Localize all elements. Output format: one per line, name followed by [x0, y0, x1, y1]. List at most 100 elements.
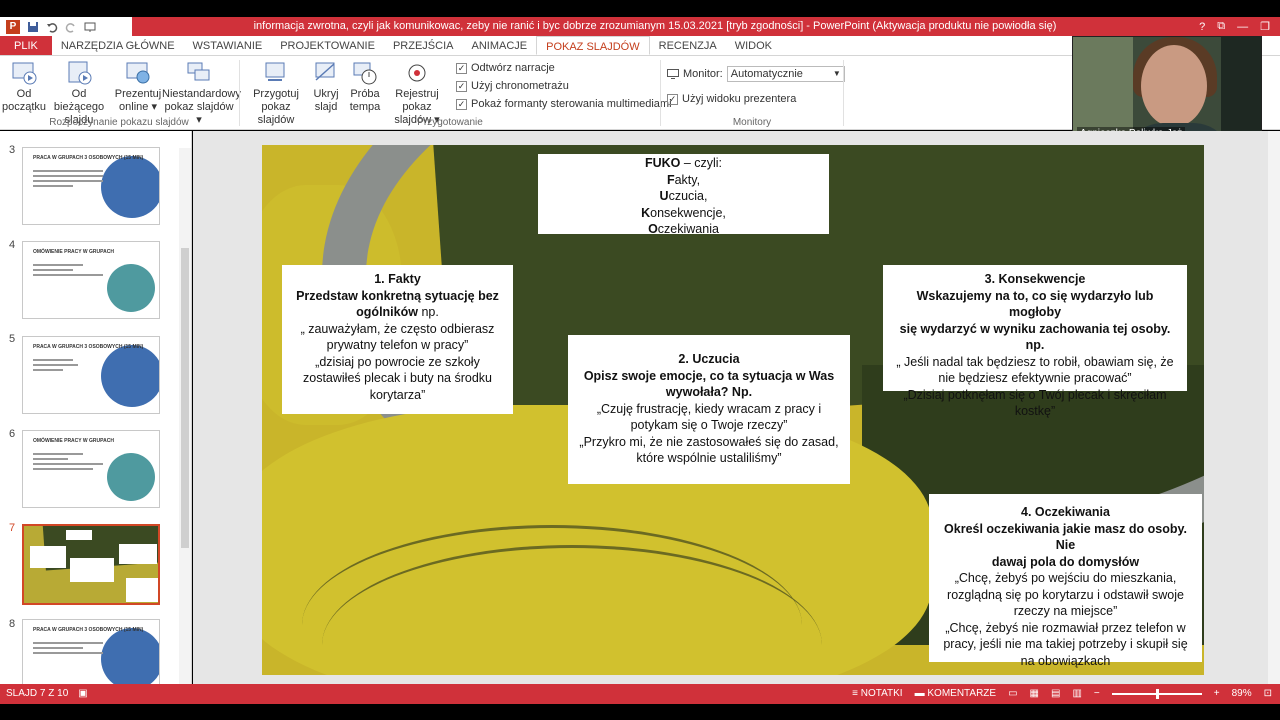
- monitor-select[interactable]: Automatycznie ▼: [726, 66, 845, 82]
- thumbnail-text-lines: [33, 453, 103, 473]
- consequences-line-6: kostkę”: [1014, 404, 1056, 418]
- expectations-bold-1: Określ oczekiwania jakie masz do osoby. …: [944, 521, 1187, 553]
- feelings-textbox[interactable]: 2. Uczucia Opisz swoje emocje, co ta syt…: [568, 335, 850, 484]
- slide-thumbnails-pane: 3 PRACA W GRUPACH 3 OSOBOWYCH (15 MIN) 4…: [0, 131, 192, 684]
- minimize-button[interactable]: —: [1237, 21, 1248, 33]
- slide-thumbnail-3[interactable]: PRACA W GRUPACH 3 OSOBOWYCH (15 MIN): [22, 147, 160, 225]
- maximize-button[interactable]: ❐: [1260, 20, 1270, 33]
- hide-slide-icon: [315, 62, 335, 81]
- letter-u: U: [659, 189, 669, 203]
- present-online-label-2: online ▾: [119, 101, 157, 113]
- monitor-icon: [667, 69, 679, 79]
- thumbnail-decoration: [101, 345, 159, 407]
- redo-icon[interactable]: [64, 20, 77, 33]
- tab-file[interactable]: PLIK: [0, 36, 52, 55]
- slide-show-view-icon[interactable]: ▥: [1072, 684, 1081, 704]
- letter-k: K: [641, 205, 651, 220]
- scrollbar-thumb[interactable]: [181, 248, 189, 548]
- thumbnail-number: 7: [9, 522, 16, 534]
- slide-thumbnail-8[interactable]: PRACA W GRUPACH 3 OSOBOWYCH (15 MIN): [22, 619, 160, 684]
- editor-scrollbar[interactable]: [1268, 131, 1280, 684]
- from-beginning-button[interactable]: Od początku: [2, 60, 46, 114]
- consequences-line-5: „Dzisiaj potknęłam się o Twój plecak i s…: [903, 387, 1167, 402]
- consequences-heading: 3. Konsekwencje: [984, 272, 1086, 286]
- ribbon-display-options-button[interactable]: ⧉: [1217, 20, 1225, 33]
- zoom-level[interactable]: 89%: [1232, 684, 1252, 704]
- slide-sorter-view-icon[interactable]: ▦: [1030, 684, 1039, 704]
- thumbnail-textbox: [119, 544, 157, 564]
- tab-transitions[interactable]: PRZEJŚCIA: [384, 36, 463, 55]
- thumbnail-textbox: [70, 558, 114, 582]
- play-narrations-checkbox[interactable]: ✓ Odtwórz narracje: [456, 62, 555, 74]
- comments-button[interactable]: ▬ KOMENTARZE: [915, 684, 997, 704]
- thumbnail-number: 4: [9, 239, 16, 251]
- powerpoint-app-icon[interactable]: P: [6, 19, 20, 34]
- comments-label: KOMENTARZE: [927, 688, 997, 699]
- hide-slide-button[interactable]: Ukryj slajd: [310, 60, 342, 114]
- word-uczucia: czucia,: [668, 189, 708, 203]
- use-presenter-view-checkbox[interactable]: ✓ Użyj widoku prezentera: [667, 93, 796, 105]
- monitor-row: Monitor: Automatycznie ▼: [667, 66, 845, 82]
- save-icon[interactable]: [26, 20, 39, 33]
- reading-view-icon[interactable]: ▤: [1051, 684, 1060, 704]
- slide-thumbnail-6[interactable]: OMÓWIENIE PRACY W GRUPACH: [22, 430, 160, 508]
- facts-line-7: korytarza”: [369, 387, 426, 402]
- zoom-out-button[interactable]: −: [1094, 684, 1100, 704]
- use-timings-checkbox[interactable]: ✓ Użyj chronometrażu: [456, 80, 569, 92]
- group-label-monitors: Monitory: [732, 117, 772, 128]
- help-button[interactable]: ?: [1199, 21, 1205, 33]
- zoom-in-button[interactable]: +: [1214, 684, 1220, 704]
- fuko-title-rest: – czyli:: [680, 156, 723, 170]
- record-icon: [408, 64, 426, 82]
- zoom-slider[interactable]: [1111, 689, 1202, 699]
- expectations-heading: 4. Oczekiwania: [1021, 505, 1110, 519]
- slideshow-from-current-icon: [68, 61, 92, 85]
- show-media-controls-checkbox[interactable]: ✓ Pokaż formanty sterowania multimediami: [456, 98, 672, 110]
- undo-icon[interactable]: [45, 20, 58, 33]
- slide-thumbnail-7-selected[interactable]: [22, 524, 160, 605]
- fit-to-window-icon[interactable]: ⊡: [1264, 684, 1272, 704]
- tab-insert[interactable]: WSTAWIANIE: [184, 36, 272, 55]
- monitor-label: Monitor:: [683, 68, 723, 80]
- tab-review[interactable]: RECENZJA: [650, 36, 726, 55]
- tab-view[interactable]: WIDOK: [726, 36, 781, 55]
- stopwatch-icon: [353, 62, 377, 85]
- present-online-label-1: Prezentuj: [114, 88, 162, 100]
- tab-design[interactable]: PROJEKTOWANIE: [271, 36, 384, 55]
- expectations-line-5: rzeczy na miejsce”: [1013, 604, 1118, 618]
- thumbnail-textbox: [30, 546, 66, 568]
- normal-view-icon[interactable]: ▭: [1008, 684, 1017, 704]
- current-slide[interactable]: FUKO – czyli: Fakty, Uczucia, Konsekwenc…: [262, 145, 1204, 675]
- thumbnails-scrollbar[interactable]: [179, 148, 191, 684]
- slide-thumbnail-4[interactable]: OMÓWIENIE PRACY W GRUPACH: [22, 241, 160, 319]
- presentation-start-icon[interactable]: [83, 20, 96, 33]
- tab-slide-show[interactable]: POKAZ SLAJDÓW: [536, 36, 650, 55]
- rehearse-timings-button[interactable]: Próba tempa: [346, 60, 384, 114]
- tab-animations[interactable]: ANIMACJE: [462, 36, 536, 55]
- word-konsekwencje: onsekwencje,: [650, 205, 726, 220]
- slide-thumbnail-5[interactable]: PRACA W GRUPACH 3 OSOBOWYCH (15 MIN): [22, 336, 160, 414]
- spelling-check-icon[interactable]: ▣: [78, 684, 87, 704]
- play-narrations-label: Odtwórz narracje: [471, 62, 555, 74]
- webcam-video-tile[interactable]: Agnieszka Poliwka-Jeż: [1072, 36, 1262, 144]
- expectations-line-4: rozglądną się po korytarzu i odstawił sw…: [947, 587, 1184, 602]
- fuko-title: FUKO: [644, 156, 681, 170]
- feelings-line-4: potykam się o Twoje rzeczy”: [630, 418, 788, 432]
- tab-home[interactable]: NARZĘDZIA GŁÓWNE: [52, 36, 184, 55]
- thumbnail-title: PRACA W GRUPACH 3 OSOBOWYCH (15 MIN): [33, 627, 144, 633]
- group-label-start-slideshow: Rozpoczynanie pokazu slajdów: [49, 117, 189, 128]
- facts-textbox[interactable]: 1. Fakty Przedstaw konkretną sytuację be…: [282, 265, 513, 414]
- facts-line-4: prywatny telefon w pracy”: [326, 338, 469, 352]
- consequences-textbox[interactable]: 3. Konsekwencje Wskazujemy na to, co się…: [883, 265, 1187, 418]
- consequences-line-3: „ Jeśli nadal tak będziesz to robił, oba…: [896, 354, 1174, 369]
- zoom-slider-knob[interactable]: [1155, 689, 1159, 699]
- fuko-textbox[interactable]: FUKO – czyli: Fakty, Uczucia, Konsekwenc…: [538, 154, 829, 236]
- participant-face: [1141, 45, 1207, 127]
- present-online-button[interactable]: Prezentuj online ▾: [114, 60, 162, 114]
- letter-o: O: [648, 222, 658, 236]
- facts-line-5: „dzisiaj po powrocie ze szkoły: [315, 354, 480, 369]
- top-black-strip: [0, 0, 1280, 17]
- use-presenter-view-label: Użyj widoku prezentera: [682, 93, 797, 105]
- expectations-textbox[interactable]: 4. Oczekiwania Określ oczekiwania jakie …: [929, 494, 1202, 668]
- notes-button[interactable]: ≡ NOTATKI: [852, 684, 902, 704]
